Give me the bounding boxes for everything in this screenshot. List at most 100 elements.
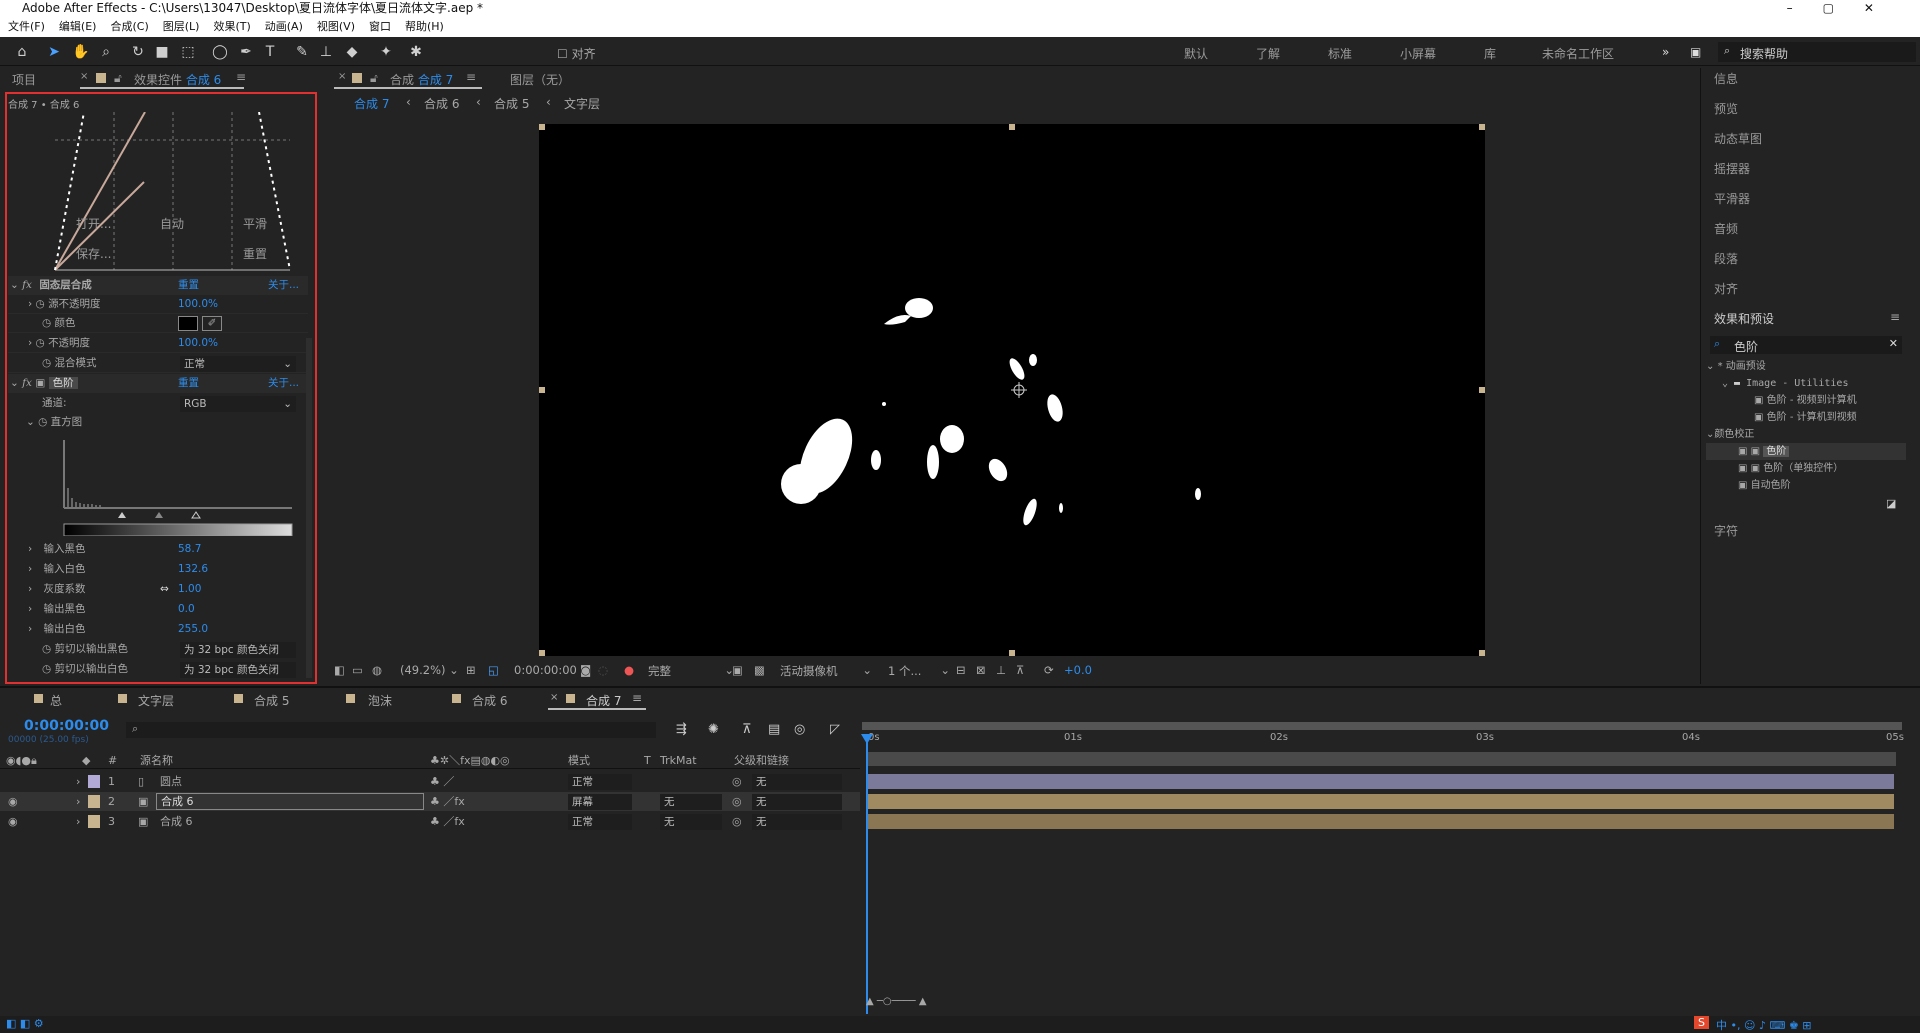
menu-file[interactable]: 文件(F) <box>8 18 45 37</box>
layer-label-color[interactable] <box>88 775 100 788</box>
selection-tool-icon[interactable]: ➤ <box>46 44 62 60</box>
layer-bar[interactable] <box>868 774 1894 789</box>
panel-smoother[interactable]: 平滑器 <box>1714 190 1750 207</box>
region-of-interest-icon[interactable]: ▣ <box>732 663 743 677</box>
tab-effect-controls[interactable]: 效果控件 合成 6 <box>134 71 221 88</box>
puppet-tool-icon[interactable]: ✱ <box>408 44 424 60</box>
panel-paragraph[interactable]: 段落 <box>1714 250 1738 267</box>
curves-auto-button[interactable]: 自动 <box>160 215 184 232</box>
views-dropdown[interactable]: 1 个... ⌄ <box>888 663 950 679</box>
transparency-grid-icon[interactable]: ◱ <box>488 663 499 677</box>
panel-info[interactable]: 信息 <box>1714 70 1738 87</box>
clear-search-icon[interactable]: ✕ <box>1889 337 1898 350</box>
exposure-value[interactable]: +0.0 <box>1064 663 1092 677</box>
expand-chevron-icon[interactable]: ⌄ <box>10 279 19 291</box>
stopwatch-icon[interactable]: ◷ <box>38 416 47 428</box>
timeline-zoom-slider[interactable]: ▲ ─○──── ▲ <box>866 996 927 1007</box>
blend-mode-dropdown[interactable]: 正常 ⌄ <box>180 356 296 372</box>
effect-reset-link[interactable]: 重置 <box>178 276 199 295</box>
panel-align[interactable]: 对齐 <box>1714 280 1738 297</box>
workspace-default[interactable]: 默认 <box>1184 45 1208 62</box>
lock-icon[interactable]: 🔓︎ <box>370 71 378 86</box>
panel-character[interactable]: 字符 <box>1714 522 1738 539</box>
breadcrumb-item[interactable]: 文字层 <box>564 95 600 112</box>
tree-item-selected[interactable]: ▣ ▣ 色阶 <box>1706 443 1906 460</box>
new-folder-icon[interactable]: ◪ <box>1886 497 1896 510</box>
mode-dropdown[interactable]: 正常 <box>568 774 632 790</box>
tree-item[interactable]: ⌄ * 动画预设 <box>1706 358 1906 375</box>
menu-window[interactable]: 窗口 <box>369 18 391 37</box>
prop-value[interactable]: 58.7 <box>178 540 201 559</box>
prop-value[interactable]: 100.0% <box>178 295 218 314</box>
workspace-unnamed[interactable]: 未命名工作区 <box>1542 45 1614 62</box>
camera-tool-icon[interactable]: ■ <box>154 44 170 60</box>
sync-settings-icon[interactable]: ▣ <box>1690 45 1701 59</box>
menu-layer[interactable]: 图层(L) <box>163 18 200 37</box>
layer-bar[interactable] <box>868 794 1894 809</box>
shy-layers-icon[interactable]: ⊼ <box>742 722 752 737</box>
render-icons[interactable]: ◧ ◧ ⚙ <box>6 1017 44 1030</box>
pick-whip-icon[interactable]: ◎ <box>732 772 742 791</box>
workspace-standard[interactable]: 标准 <box>1328 45 1352 62</box>
pick-whip-icon[interactable]: ◎ <box>732 792 742 811</box>
current-time[interactable]: 0:00:00:00 <box>24 718 109 734</box>
effect-solid-composite[interactable]: ⌄ fx 固态层合成 重置 关于... <box>8 276 308 295</box>
layer-switches[interactable]: ♣ ／ <box>430 772 454 791</box>
panel-effects-presets[interactable]: 效果和预设 <box>1714 310 1774 327</box>
fast-preview-icon[interactable]: ⊠ <box>976 663 986 677</box>
channel-icon[interactable]: ● <box>624 663 634 677</box>
panel-menu-icon[interactable]: ≡ <box>466 70 476 84</box>
show-snapshot-icon[interactable]: ◌ <box>598 663 608 677</box>
clip-black-dropdown[interactable]: 为 32 bpc 颜色关闭 <box>180 642 296 658</box>
layer-bar[interactable] <box>868 814 1894 829</box>
curves-save-button[interactable]: 保存... <box>76 245 111 262</box>
effect-about-link[interactable]: 关于... <box>268 374 299 393</box>
roto-brush-icon[interactable]: ✦ <box>378 44 394 60</box>
timeline-tab[interactable]: 合成 6 <box>472 692 507 709</box>
time-ruler[interactable]: 0s 01s 02s 03s 04s 05s <box>862 732 1904 750</box>
tree-item[interactable]: ▣ 色阶 - 视频到计算机 <box>1706 392 1906 409</box>
toggle-transparency-icon[interactable]: ▩ <box>754 663 765 677</box>
fx-icon[interactable]: fx <box>22 279 32 291</box>
work-area-bar[interactable] <box>862 722 1902 730</box>
draft-3d-icon[interactable]: ✺ <box>708 722 719 737</box>
color-swatch[interactable] <box>178 316 198 331</box>
brush-tool-icon[interactable]: ✎ <box>294 44 310 60</box>
channel-dropdown[interactable]: RGB ⌄ <box>180 396 296 412</box>
home-icon[interactable]: ⌂ <box>14 44 30 60</box>
parent-dropdown[interactable]: 无 <box>752 794 842 810</box>
trkmat-dropdown[interactable]: 无 <box>660 794 722 810</box>
tab-project[interactable]: 项目 <box>12 71 36 88</box>
prop-value[interactable]: 132.6 <box>178 560 208 579</box>
layer-switches[interactable]: ♣ ／fx <box>430 792 465 811</box>
close-tab-icon[interactable]: × <box>550 692 558 703</box>
layer-row-selected[interactable]: ◉ › 2 ▣ 合成 6 ♣ ／fx 屏幕 无 ◎ 无 <box>0 792 860 811</box>
menu-effect[interactable]: 效果(T) <box>213 18 250 37</box>
layer-row[interactable]: ◉ › 3 ▣ 合成 6 ♣ ／fx 正常 无 ◎ 无 <box>0 812 860 831</box>
reset-exposure-icon[interactable]: ⟳ <box>1044 663 1054 677</box>
menu-help[interactable]: 帮助(H) <box>405 18 444 37</box>
eyedropper-icon[interactable]: ✐ <box>202 316 222 331</box>
curves-smooth-button[interactable]: 平滑 <box>243 215 267 232</box>
tab-layer[interactable]: 图层（无） <box>510 71 570 88</box>
expand-chevron-icon[interactable]: ⌄ <box>10 377 19 389</box>
effect-levels[interactable]: ⌄ fx ▣ 色阶 重置 关于... <box>8 374 308 393</box>
mask-visibility-icon[interactable]: ◍ <box>372 663 382 677</box>
clone-stamp-icon[interactable]: ⊥ <box>318 44 334 60</box>
graph-editor-icon[interactable]: ◸ <box>830 722 840 737</box>
panel-preview[interactable]: 预览 <box>1714 100 1738 117</box>
tree-item[interactable]: ▣ 色阶 - 计算机到视频 <box>1706 409 1906 426</box>
visibility-eye-icon[interactable]: ◉ <box>8 812 18 831</box>
timeline-tab[interactable]: 文字层 <box>138 692 174 709</box>
panel-menu-icon[interactable]: ≡ <box>632 691 642 705</box>
stopwatch-icon[interactable]: ◷ <box>42 357 51 369</box>
tree-item[interactable]: ▣ 自动色阶 <box>1706 477 1906 494</box>
panel-motion-sketch[interactable]: 动态草图 <box>1714 130 1762 147</box>
tree-item[interactable]: ⌄ ▬ Image - Utilities <box>1706 375 1906 392</box>
workspace-small-screen[interactable]: 小屏幕 <box>1400 45 1436 62</box>
fx-icon[interactable]: fx <box>22 377 32 389</box>
panel-menu-icon[interactable]: ≡ <box>1890 310 1900 324</box>
breadcrumb-item[interactable]: 合成 5 <box>494 95 529 112</box>
close-tab-icon[interactable]: × <box>338 71 346 82</box>
tree-item[interactable]: ▣ ▣ 色阶（单独控件） <box>1706 460 1906 477</box>
